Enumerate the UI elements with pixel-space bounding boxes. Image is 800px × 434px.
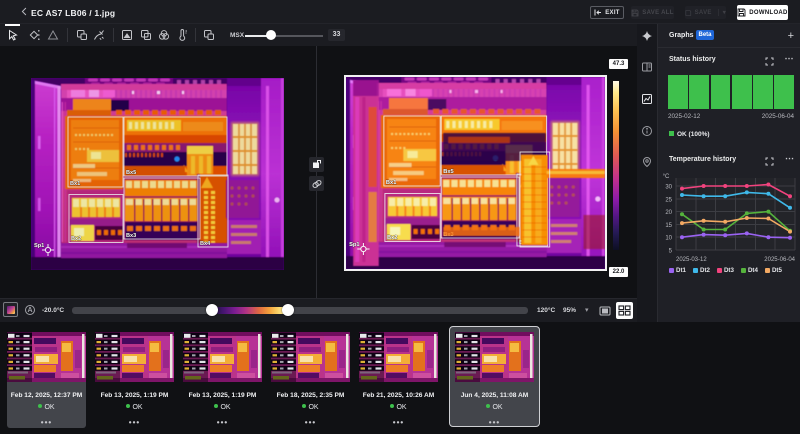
svg-text:Sp1: Sp1 [349,242,359,248]
svg-text:10: 10 [665,236,672,242]
svg-text:20: 20 [665,210,672,216]
svg-text:25: 25 [665,197,672,203]
svg-text:15: 15 [665,223,672,229]
svg-text:°C: °C [663,174,670,180]
svg-text:5: 5 [669,249,673,255]
svg-text:2025-06-04: 2025-06-04 [764,257,795,263]
svg-text:30: 30 [665,185,672,191]
svg-text:2025-03-12: 2025-03-12 [676,257,707,263]
